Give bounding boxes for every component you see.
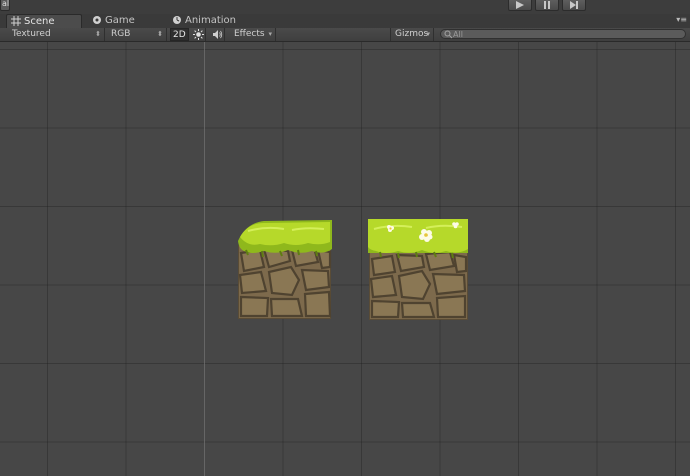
scene-toolbar: Textured ⬍ RGB ⬍ 2D Effects ▾ Gizmos ▾ [0, 28, 690, 42]
tab-bar: Scene Game Animation ▾≡ [0, 14, 690, 28]
tab-scene[interactable]: Scene [6, 14, 82, 28]
tab-animation-label: Animation [185, 15, 236, 26]
step-icon [570, 1, 578, 9]
pause-button[interactable] [535, 0, 559, 11]
animation-icon [173, 16, 181, 24]
tab-scene-label: Scene [24, 16, 55, 27]
dropdown-arrow-icon: ▾ [426, 30, 430, 38]
play-button[interactable] [508, 0, 532, 11]
dropdown-arrow-icon: ▾ [268, 30, 272, 38]
grid-icon [11, 16, 21, 26]
game-icon [93, 16, 101, 24]
search-icon [444, 30, 453, 39]
scene-audio-toggle[interactable] [210, 28, 225, 41]
scene-lighting-toggle[interactable] [191, 28, 206, 41]
ground-tile-right[interactable] [368, 219, 468, 320]
audio-icon [213, 30, 223, 39]
play-icon [516, 1, 524, 9]
effects-label: Effects [234, 29, 265, 39]
dropdown-arrow-icon: ⬍ [95, 30, 101, 38]
shading-mode-label: Textured [12, 29, 51, 39]
tab-game-label: Game [105, 15, 135, 26]
scene-axis-line [204, 42, 205, 476]
layout-button[interactable]: al [0, 0, 10, 11]
panel-menu-icon[interactable]: ▾≡ [676, 16, 687, 24]
pause-icon [544, 1, 550, 9]
step-button[interactable] [562, 0, 586, 11]
play-controls [508, 0, 589, 11]
render-channel-label: RGB [111, 29, 131, 39]
top-strip: al [0, 0, 690, 14]
2d-mode-toggle[interactable]: 2D [170, 28, 189, 41]
sun-icon [193, 29, 204, 40]
tab-game[interactable]: Game [88, 14, 158, 28]
dropdown-arrow-icon: ⬍ [157, 30, 163, 38]
effects-dropdown[interactable]: Effects ▾ [230, 28, 276, 41]
gizmos-dropdown[interactable]: Gizmos ▾ [390, 28, 434, 41]
shading-mode-dropdown[interactable]: Textured ⬍ [8, 28, 105, 41]
scene-search-field[interactable] [440, 29, 686, 39]
gizmos-label: Gizmos [395, 29, 429, 39]
tab-animation[interactable]: Animation [168, 14, 258, 28]
ground-tile-left[interactable] [236, 217, 332, 320]
scene-view[interactable] [0, 42, 690, 476]
render-channel-dropdown[interactable]: RGB ⬍ [107, 28, 167, 41]
search-input[interactable] [453, 29, 673, 39]
